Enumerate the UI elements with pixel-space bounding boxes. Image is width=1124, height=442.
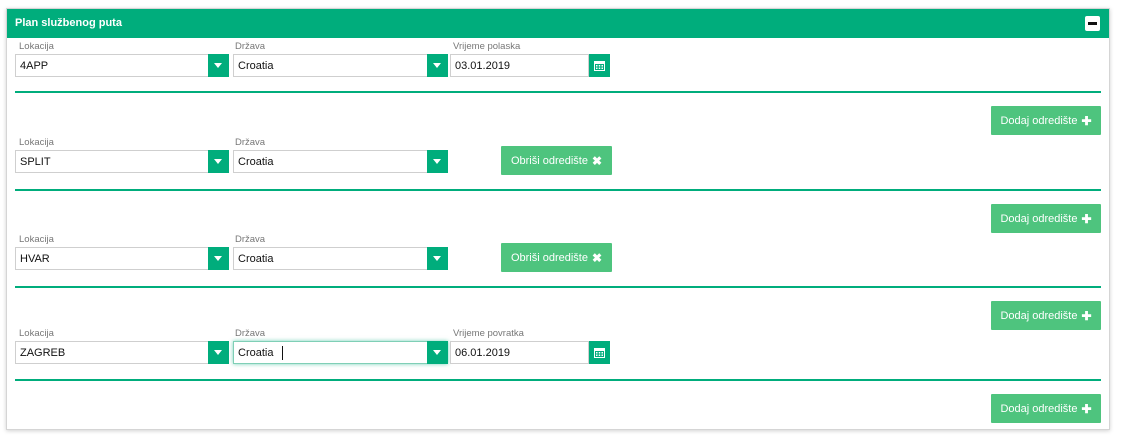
divider bbox=[15, 189, 1101, 191]
country-value: Croatia bbox=[238, 156, 274, 168]
return-time-label: Vrijeme povratka bbox=[453, 328, 524, 339]
panel-header: Plan službenog puta bbox=[7, 9, 1109, 38]
location-value: SPLIT bbox=[20, 156, 51, 168]
chevron-down-icon[interactable] bbox=[427, 341, 448, 364]
country-label: Država bbox=[235, 137, 266, 148]
location-label: Lokacija bbox=[19, 328, 54, 339]
country-select[interactable]: Croatia bbox=[233, 247, 448, 270]
add-destination-button[interactable]: Dodaj odredište ✚ bbox=[991, 106, 1101, 135]
country-label: Država bbox=[235, 41, 266, 52]
return-date-input[interactable]: 06.01.2019 bbox=[450, 341, 589, 364]
add-destination-button[interactable]: Dodaj odredište ✚ bbox=[991, 204, 1101, 233]
chevron-down-icon[interactable] bbox=[208, 247, 229, 270]
add-destination-button[interactable]: Dodaj odredište ✚ bbox=[991, 394, 1101, 423]
add-destination-label: Dodaj odredište bbox=[1000, 402, 1078, 415]
location-label: Lokacija bbox=[19, 41, 54, 52]
chevron-down-icon[interactable] bbox=[208, 341, 229, 364]
panel-title: Plan službenog puta bbox=[15, 17, 122, 29]
location-value: HVAR bbox=[20, 253, 50, 265]
location-select[interactable]: ZAGREB bbox=[15, 341, 229, 364]
country-select[interactable]: Croatia bbox=[233, 150, 448, 173]
return-date-value: 06.01.2019 bbox=[455, 347, 511, 359]
country-value: Croatia bbox=[238, 347, 274, 359]
country-value: Croatia bbox=[238, 253, 274, 265]
calendar-icon[interactable] bbox=[589, 54, 610, 77]
add-destination-label: Dodaj odredište bbox=[1000, 212, 1078, 225]
add-destination-button[interactable]: Dodaj odredište ✚ bbox=[991, 301, 1101, 330]
departure-time-label: Vrijeme polaska bbox=[453, 41, 521, 52]
trip-plan-panel: Plan službenog puta Lokacija 4APP Država… bbox=[6, 8, 1110, 430]
remove-destination-label: Obriši odredište bbox=[510, 154, 588, 167]
remove-destination-label: Obriši odredište bbox=[510, 251, 588, 264]
location-select[interactable]: HVAR bbox=[15, 247, 229, 270]
country-label: Država bbox=[235, 234, 266, 245]
country-value: Croatia bbox=[238, 60, 274, 72]
chevron-down-icon[interactable] bbox=[208, 54, 229, 77]
departure-date-input[interactable]: 03.01.2019 bbox=[450, 54, 589, 77]
add-destination-label: Dodaj odredište bbox=[1000, 114, 1078, 127]
location-select[interactable]: SPLIT bbox=[15, 150, 229, 173]
departure-date-value: 03.01.2019 bbox=[455, 60, 511, 72]
collapse-icon[interactable] bbox=[1085, 16, 1100, 31]
plus-icon: ✚ bbox=[1081, 211, 1092, 226]
divider bbox=[15, 379, 1101, 381]
remove-destination-button[interactable]: Obriši odredište ✖ bbox=[501, 146, 612, 175]
plus-icon: ✚ bbox=[1081, 308, 1092, 323]
chevron-down-icon[interactable] bbox=[427, 150, 448, 173]
location-label: Lokacija bbox=[19, 234, 54, 245]
x-icon: ✖ bbox=[591, 153, 603, 168]
calendar-icon[interactable] bbox=[589, 341, 610, 364]
text-cursor bbox=[282, 346, 283, 360]
divider bbox=[15, 91, 1101, 93]
plus-icon: ✚ bbox=[1081, 113, 1092, 128]
remove-destination-button[interactable]: Obriši odredište ✖ bbox=[501, 243, 612, 272]
country-select[interactable]: Croatia bbox=[233, 341, 448, 364]
x-icon: ✖ bbox=[591, 250, 603, 265]
location-select[interactable]: 4APP bbox=[15, 54, 229, 77]
chevron-down-icon[interactable] bbox=[427, 247, 448, 270]
location-value: ZAGREB bbox=[20, 347, 66, 359]
chevron-down-icon[interactable] bbox=[427, 54, 448, 77]
location-value: 4APP bbox=[20, 60, 49, 72]
add-destination-label: Dodaj odredište bbox=[1000, 309, 1078, 322]
plus-icon: ✚ bbox=[1081, 401, 1092, 416]
country-label: Država bbox=[235, 328, 266, 339]
divider bbox=[15, 286, 1101, 288]
country-select[interactable]: Croatia bbox=[233, 54, 448, 77]
location-label: Lokacija bbox=[19, 137, 54, 148]
chevron-down-icon[interactable] bbox=[208, 150, 229, 173]
